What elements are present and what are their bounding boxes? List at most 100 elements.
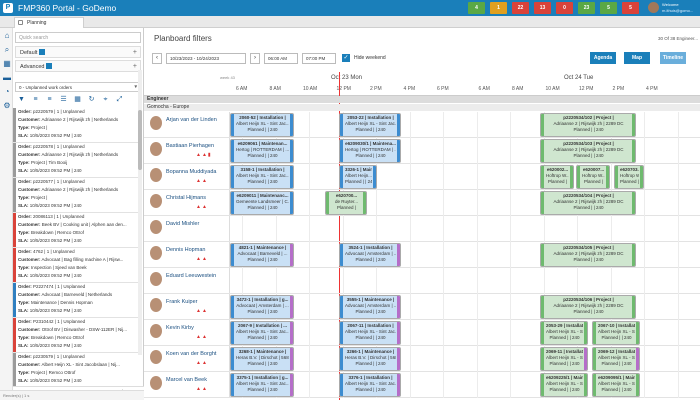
- planned-task[interactable]: e6209030/1 | Maintena... Hertog | ROTTER…: [339, 139, 401, 163]
- timeline-button[interactable]: Timeline: [660, 52, 686, 64]
- work-order-item[interactable]: Order: P2310442 | 1 | Unplanned Customer…: [13, 318, 142, 353]
- planned-task[interactable]: e620703... Hoftrop W... Planned |: [614, 165, 644, 189]
- planned-task[interactable]: e6209011 | Maintenanc... Gemeente Landsm…: [230, 191, 294, 215]
- filter-icon[interactable]: ▼: [17, 95, 26, 104]
- planned-task[interactable]: 3326-1 | Maint... Albert Heijn... Planne…: [339, 165, 377, 189]
- home-icon[interactable]: ⌂: [3, 32, 11, 40]
- planned-task[interactable]: e6209095/1 | Maintena... Albert Heijn XL…: [592, 373, 640, 397]
- engineer-label[interactable]: Bastiaan Pierhagen ▲▲▮: [144, 138, 230, 163]
- plus-icon[interactable]: +: [133, 48, 137, 58]
- engineer-label[interactable]: Arjan van der Linden: [144, 112, 230, 137]
- planned-task[interactable]: p2220534/104 | Project | Adriaanse 2 | R…: [540, 191, 636, 215]
- hide-weekend-checkbox[interactable]: ✓: [342, 54, 350, 62]
- planned-task[interactable]: 3268-1 | Maintenance | Heras B.V. | Dirs…: [230, 347, 294, 371]
- expand-icon[interactable]: ⤢: [115, 95, 124, 104]
- agenda-button[interactable]: Agenda: [590, 52, 616, 64]
- calendar-icon[interactable]: ▦: [3, 60, 11, 68]
- prev-range-button[interactable]: ‹: [152, 53, 162, 64]
- search-icon[interactable]: ⌕: [3, 46, 11, 54]
- sort-icon[interactable]: ≡: [31, 95, 40, 104]
- tab-planning[interactable]: Planning: [14, 17, 84, 28]
- notification-badge[interactable]: 5: [600, 2, 617, 14]
- planned-task[interactable]: p2220534/105 | Project | Adriaanse 2 | R…: [540, 243, 636, 267]
- engineer-name[interactable]: Bastiaan Pierhagen: [166, 143, 214, 150]
- planned-task[interactable]: p2220534/103 | Project | Adriaanse 2 | R…: [540, 139, 636, 163]
- engineer-label[interactable]: Eduard Leeuwestein: [144, 268, 230, 293]
- engineer-name[interactable]: Koen van der Borght: [166, 351, 216, 358]
- sort-icon[interactable]: ≡: [45, 95, 54, 104]
- engineer-label[interactable]: Koen van der Borght ▲▲: [144, 346, 230, 371]
- engineer-row[interactable]: David Mishler: [144, 216, 700, 242]
- engineer-name[interactable]: Dennis Hopman: [166, 247, 205, 254]
- engineer-label[interactable]: Kevin Kirby ▲▲: [144, 320, 230, 345]
- engineer-name[interactable]: Eduard Leeuwestein: [166, 273, 216, 280]
- work-order-status-select[interactable]: 0 - Unplanned work orders ▾: [15, 82, 141, 92]
- planned-task[interactable]: e620007... Hoftrop W... Planned |: [576, 165, 610, 189]
- filter-default[interactable]: Default +: [15, 46, 141, 58]
- work-order-item[interactable]: Order: p2220578 | 1 | Unplanned Customer…: [13, 143, 142, 178]
- planned-task[interactable]: 3158-1 | Installation | Albert Heijn XL …: [230, 165, 294, 189]
- notification-badge[interactable]: 23: [578, 2, 595, 14]
- notification-badge[interactable]: 1: [490, 2, 507, 14]
- work-order-item[interactable]: Order: 20086113 | 1 | Unplanned Customer…: [13, 213, 142, 248]
- planned-task[interactable]: 2067-11 | Installation | Albert Heijn XL…: [339, 321, 401, 345]
- engineer-label[interactable]: Frank Kuiper ▲▲: [144, 294, 230, 319]
- engineer-row[interactable]: Eduard Leeuwestein: [144, 268, 700, 294]
- map-button[interactable]: Map: [624, 52, 650, 64]
- planned-task[interactable]: e6209225/1 | Maintenan... Albert Heijn X…: [540, 373, 588, 397]
- planned-task[interactable]: 3472-1 | Installation | g... Advocaat | …: [230, 295, 294, 319]
- engineer-label[interactable]: Dennis Hopman ▲▲: [144, 242, 230, 267]
- planned-task[interactable]: e620700... de Ruyter... Planned |: [325, 191, 367, 215]
- pie-chart-icon[interactable]: ◔: [3, 88, 11, 96]
- planned-task[interactable]: 2067-10 | Installation | Albert Heijn XL…: [592, 321, 640, 345]
- engineer-name[interactable]: Kevin Kirby: [166, 325, 194, 332]
- gear-icon[interactable]: ⚙: [3, 102, 11, 110]
- end-time-input[interactable]: 07:00 PM: [302, 53, 336, 64]
- engineer-name[interactable]: Arjan van der Linden: [166, 117, 217, 124]
- planned-task[interactable]: 2067-9 | Installation | ... Albert Heijn…: [230, 321, 294, 345]
- planned-task[interactable]: 3376-1 | Installation | Albert Heijn XL …: [339, 373, 401, 397]
- filter-advanced[interactable]: Advanced +: [15, 60, 141, 72]
- work-order-item[interactable]: Order: P2227474 | 1 | Unplanned Customer…: [13, 283, 142, 318]
- scrollbar-thumb[interactable]: [138, 110, 142, 170]
- work-order-item[interactable]: Order: p2220579 | 1 | Unplanned Customer…: [13, 108, 142, 143]
- start-time-input[interactable]: 06:00 AM: [264, 53, 298, 64]
- planned-task[interactable]: 3555-1 | Maintenance | Advocaat | Amster…: [339, 295, 401, 319]
- truck-icon[interactable]: ▬: [3, 74, 11, 82]
- group-header-region[interactable]: Gomocha - Europe: [144, 104, 700, 111]
- engineer-name[interactable]: Marcel van Beek: [166, 377, 207, 384]
- planned-task[interactable]: 2069-11 | Installation | Albert Heijn XL…: [540, 347, 588, 371]
- date-range-input[interactable]: 10/23/2023 - 10/24/2023: [166, 53, 246, 64]
- notification-badge[interactable]: 22: [512, 2, 529, 14]
- engineer-name[interactable]: David Mishler: [166, 221, 199, 228]
- notification-badge[interactable]: 0: [556, 2, 573, 14]
- plus-icon[interactable]: +: [133, 62, 137, 72]
- refresh-icon[interactable]: ↻: [87, 95, 96, 104]
- planned-task[interactable]: 2060-52 | Installation | Albert Heijn XL…: [230, 113, 294, 137]
- planned-task[interactable]: 3266-1 | Maintenance | Heras B.V. | Dirs…: [339, 347, 401, 371]
- planned-task[interactable]: 2069-12 | Installation | Albert Heijn XL…: [592, 347, 640, 371]
- work-order-item[interactable]: Order: p2230579 | 1 | Unplanned Customer…: [13, 353, 142, 386]
- planned-task[interactable]: p2220534/106 | Project | Adriaanse 2 | R…: [540, 295, 636, 319]
- planned-task[interactable]: 3524-1 | Installation | Advocaat | Amste…: [339, 243, 401, 267]
- next-range-button[interactable]: ›: [250, 53, 260, 64]
- planned-task[interactable]: 2053-29 | Installation | Albert Heijn XL…: [540, 321, 588, 345]
- planned-task[interactable]: 2053-22 | Installation | Albert Heijn XL…: [339, 113, 401, 137]
- panel-scrollbar[interactable]: [138, 70, 142, 355]
- planned-task[interactable]: 4821-1 | Maintenance | Advocaat | Barnev…: [230, 243, 294, 267]
- quick-search-input[interactable]: Quick search: [15, 32, 141, 43]
- engineer-label[interactable]: David Mishler: [144, 216, 230, 241]
- engineer-label[interactable]: Bopanna Muddiyada ▲▲: [144, 164, 230, 189]
- work-order-item[interactable]: Order: 4762 | 1 | Unplanned Customer: Ad…: [13, 248, 142, 283]
- calendar-icon[interactable]: ▦: [73, 95, 82, 104]
- work-order-item[interactable]: Order: p2220577 | 1 | Unplanned Customer…: [13, 178, 142, 213]
- planned-task[interactable]: e620002... Hoftrop W... Planned |: [540, 165, 574, 189]
- notification-badge[interactable]: 5: [622, 2, 639, 14]
- engineer-name[interactable]: Christal Hijmans: [166, 195, 206, 202]
- list-icon[interactable]: ☰: [59, 95, 68, 104]
- engineer-name[interactable]: Bopanna Muddiyada: [166, 169, 216, 176]
- engineer-label[interactable]: Christal Hijmans ▲▲: [144, 190, 230, 215]
- planned-task[interactable]: e6209061 | Maintenan... Hertog | ROTTERD…: [230, 139, 294, 163]
- planned-task[interactable]: p2220534/102 | Project | Adriaanse 2 | R…: [540, 113, 636, 137]
- planned-task[interactable]: 3375-1 | Installation | g... Albert Heij…: [230, 373, 294, 397]
